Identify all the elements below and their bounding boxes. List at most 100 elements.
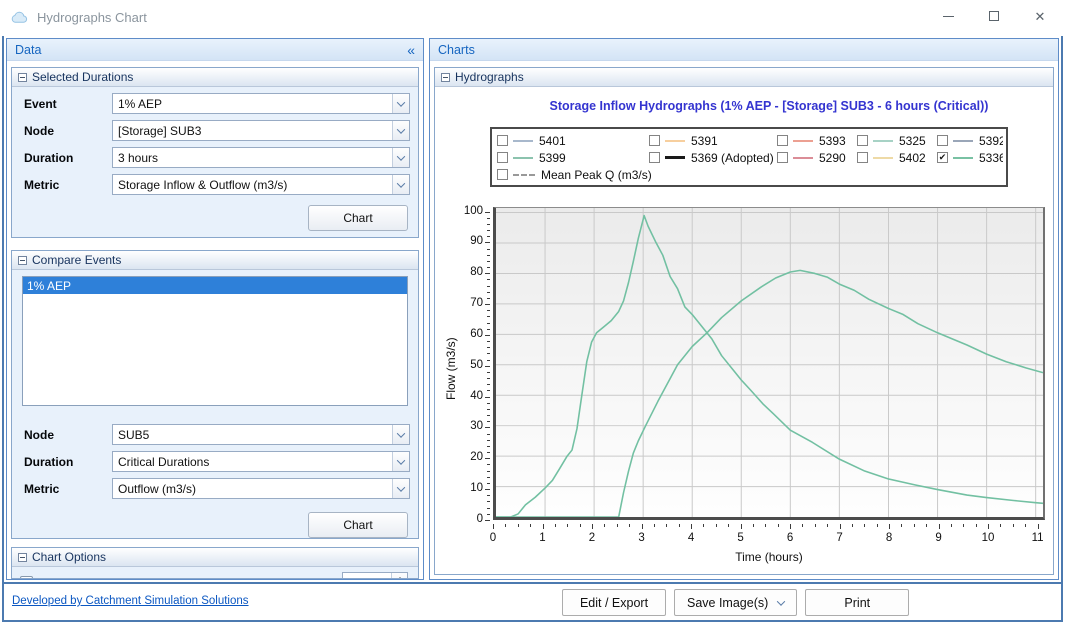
legend-checkbox[interactable] — [777, 135, 788, 146]
tick-mark — [487, 415, 490, 416]
legend-item[interactable]: 5290 — [777, 151, 857, 165]
tick-mark — [901, 524, 902, 527]
duration-dropdown[interactable]: 3 hours — [112, 147, 410, 168]
y-tick-label: 20 — [435, 451, 483, 463]
plot-area[interactable] — [493, 207, 1045, 520]
collapse-group-icon[interactable] — [18, 256, 27, 265]
event-field-row: Event 1% AEP — [20, 93, 410, 114]
compare-duration-value: Critical Durations — [113, 455, 392, 469]
print-button[interactable]: Print — [805, 589, 909, 616]
legend-checkbox[interactable] — [649, 135, 660, 146]
tick-mark — [604, 524, 605, 527]
tick-mark — [487, 329, 490, 330]
node-dropdown-button[interactable] — [392, 121, 409, 140]
tick-mark — [530, 524, 531, 527]
tick-mark — [864, 524, 865, 527]
tick-mark — [487, 353, 490, 354]
compare-metric-label: Metric — [20, 482, 112, 496]
legend-checkbox[interactable] — [777, 152, 788, 163]
flag-embedded-bursts-checkbox[interactable] — [20, 576, 33, 579]
tick-mark — [487, 255, 490, 256]
legend-checkbox[interactable] — [649, 152, 660, 163]
compare-duration-dropdown[interactable]: Critical Durations — [112, 451, 410, 472]
developer-link[interactable]: Developed by Catchment Simulation Soluti… — [12, 595, 249, 607]
tick-mark — [487, 390, 490, 391]
compare-node-dropdown-button[interactable] — [392, 425, 409, 444]
compare-metric-dropdown[interactable]: Outflow (m3/s) — [112, 478, 410, 499]
compare-events-header[interactable]: Compare Events — [12, 251, 418, 270]
event-dropdown[interactable]: 1% AEP — [112, 93, 410, 114]
compare-node-dropdown[interactable]: SUB5 — [112, 424, 410, 445]
close-button[interactable]: ✕ — [1017, 0, 1063, 32]
hydrographs-header[interactable]: Hydrographs — [435, 68, 1053, 87]
legend-item[interactable]: ✔5336 — [937, 151, 1003, 165]
legend-item[interactable]: 5392 — [937, 134, 1003, 148]
metric-field-row: Metric Storage Inflow & Outflow (m3/s) — [20, 174, 410, 195]
chart-area: Storage Inflow Hydrographs (1% AEP - [St… — [435, 87, 1053, 574]
tick-mark — [487, 224, 490, 225]
legend-checkbox[interactable] — [497, 135, 508, 146]
legend-checkbox[interactable] — [937, 135, 948, 146]
collapse-group-icon[interactable] — [441, 73, 450, 82]
tick-mark — [487, 452, 490, 453]
tick-mark — [487, 316, 490, 317]
compare-duration-dropdown-button[interactable] — [392, 452, 409, 471]
chart-button-compare[interactable]: Chart — [308, 512, 408, 538]
legend-line-swatch — [513, 174, 535, 176]
collapse-group-icon[interactable] — [18, 553, 27, 562]
metric-dropdown-button[interactable] — [392, 175, 409, 194]
list-item[interactable]: 1% AEP — [23, 277, 407, 294]
minimize-button[interactable] — [925, 0, 971, 32]
selected-durations-header[interactable]: Selected Durations — [12, 68, 418, 87]
legend-checkbox[interactable] — [497, 152, 508, 163]
chart-options-title: Chart Options — [32, 550, 106, 564]
maximize-button[interactable] — [971, 0, 1017, 32]
event-label: Event — [20, 97, 112, 111]
compare-metric-dropdown-button[interactable] — [392, 479, 409, 498]
metric-dropdown[interactable]: Storage Inflow & Outflow (m3/s) — [112, 174, 410, 195]
legend-item[interactable]: 5391 — [649, 134, 777, 148]
legend-item[interactable]: 5369 (Adopted) — [649, 151, 777, 165]
legend-item-label: 5391 — [691, 134, 718, 148]
legend-checkbox[interactable] — [857, 152, 868, 163]
dec-p-label: Dec. P — [294, 576, 330, 580]
legend-checkbox[interactable] — [857, 135, 868, 146]
dec-p-spin-buttons[interactable] — [391, 573, 407, 579]
tick-mark — [778, 524, 779, 527]
legend-checkbox[interactable] — [497, 169, 508, 180]
tick-mark — [728, 524, 729, 527]
x-tick-label: 3 — [627, 532, 657, 544]
plot-wrap: Flow (m3/s) Time (hours) 010203040506070… — [435, 203, 1053, 574]
tick-mark — [1000, 524, 1001, 527]
tick-mark — [487, 477, 490, 478]
dec-p-input[interactable]: 2 — [343, 573, 391, 579]
tick-mark — [815, 524, 816, 527]
legend-item[interactable]: 5401 — [497, 134, 649, 148]
charts-panel-header: Charts — [430, 39, 1058, 61]
save-images-button[interactable]: Save Image(s) — [674, 589, 797, 616]
spin-up-icon[interactable] — [397, 577, 403, 579]
tick-mark — [976, 524, 977, 527]
legend-item[interactable]: 5402 — [857, 151, 937, 165]
compare-events-list[interactable]: 1% AEP — [22, 276, 408, 406]
collapse-panel-button[interactable]: « — [407, 43, 415, 57]
legend-item[interactable]: Mean Peak Q (m3/s) — [497, 168, 652, 182]
tick-mark — [487, 514, 490, 515]
edit-export-button[interactable]: Edit / Export — [562, 589, 666, 616]
tick-mark — [487, 384, 490, 385]
duration-dropdown-button[interactable] — [392, 148, 409, 167]
dec-p-spinner[interactable]: 2 — [342, 572, 408, 579]
legend-checkbox[interactable]: ✔ — [937, 152, 948, 163]
node-dropdown[interactable]: [Storage] SUB3 — [112, 120, 410, 141]
legend-item[interactable]: 5399 — [497, 151, 649, 165]
flag-embedded-bursts-label: Flag embedded bursts — [39, 576, 158, 580]
event-dropdown-button[interactable] — [392, 94, 409, 113]
dec-p-control: Dec. P 2 — [294, 572, 408, 579]
legend-item[interactable]: 5393 — [777, 134, 857, 148]
chart-button-durations[interactable]: Chart — [308, 205, 408, 231]
legend-item[interactable]: 5325 — [857, 134, 937, 148]
node-field-row: Node [Storage] SUB3 — [20, 120, 410, 141]
chart-options-header[interactable]: Chart Options — [12, 548, 418, 567]
collapse-group-icon[interactable] — [18, 73, 27, 82]
y-tick-label: 70 — [435, 297, 483, 309]
